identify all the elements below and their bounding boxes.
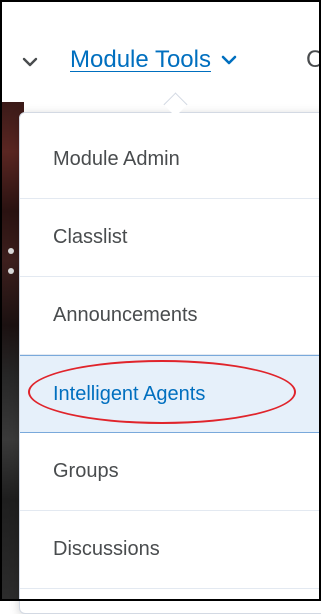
top-navbar: Module Tools C — [2, 2, 321, 102]
menu-item-label: Discussions — [53, 538, 160, 560]
dropdown-menu: Module Admin Classlist Announcements Int… — [20, 121, 321, 589]
next-nav-item[interactable]: C — [306, 46, 321, 74]
menu-item-classlist[interactable]: Classlist — [20, 199, 321, 277]
menu-item-label: Intelligent Agents — [53, 382, 206, 405]
banner-detail — [8, 248, 14, 254]
module-tools-label: Module Tools — [70, 46, 211, 73]
menu-item-groups[interactable]: Groups — [20, 433, 321, 511]
menu-item-intelligent-agents[interactable]: Intelligent Agents — [20, 355, 321, 433]
menu-item-module-admin[interactable]: Module Admin — [20, 121, 321, 199]
menu-item-label: Groups — [53, 460, 119, 482]
menu-item-label: Classlist — [53, 226, 128, 248]
module-tools-dropdown: Module Admin Classlist Announcements Int… — [19, 112, 321, 614]
menu-item-announcements[interactable]: Announcements — [20, 277, 321, 355]
chevron-down-icon — [221, 55, 237, 65]
menu-item-label: Announcements — [53, 304, 198, 326]
menu-item-discussions[interactable]: Discussions — [20, 511, 321, 589]
chevron-down-icon[interactable] — [22, 56, 38, 68]
menu-item-label: Module Admin — [53, 148, 180, 170]
module-tools-menu-button[interactable]: Module Tools — [70, 46, 237, 74]
banner-detail — [8, 268, 14, 274]
